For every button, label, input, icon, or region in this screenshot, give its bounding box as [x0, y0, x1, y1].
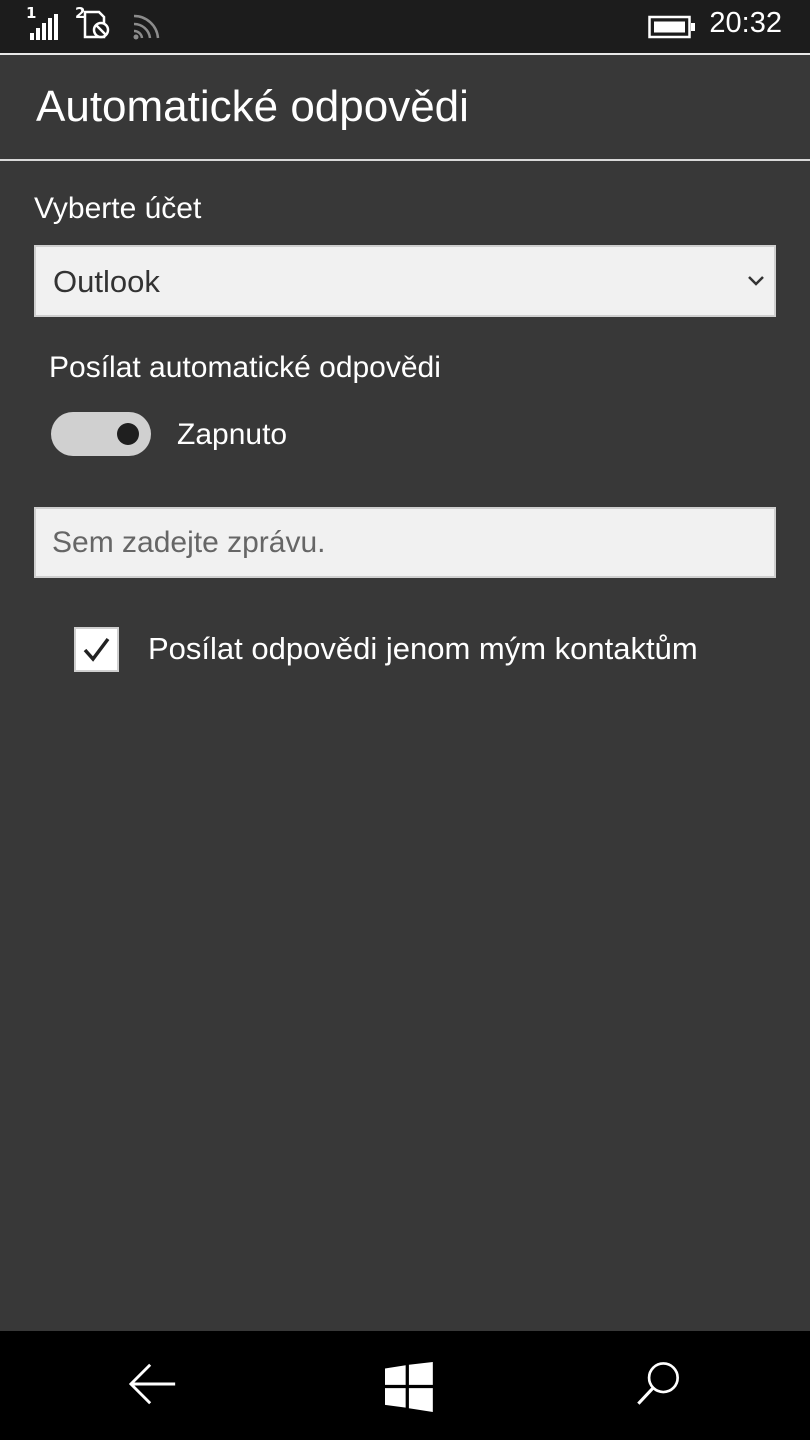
- toggle-knob: [117, 423, 139, 445]
- wifi-icon: [133, 14, 160, 40]
- page-header: Automatické odpovědi: [0, 55, 810, 159]
- message-input[interactable]: [36, 509, 774, 576]
- back-arrow-icon[interactable]: [124, 1359, 184, 1409]
- app-screen: 1 2 20:32 Automatické odpovědi Vyberte ú…: [0, 0, 810, 1440]
- toggle-state-label: Zapnuto: [177, 418, 288, 451]
- status-time: 20:32: [709, 7, 782, 39]
- battery-icon: [648, 15, 695, 39]
- sim-no-service-icon: [83, 10, 110, 39]
- account-label: Vyberte účet: [34, 192, 202, 225]
- signal-bars-icon: [30, 14, 58, 40]
- windows-start-icon[interactable]: [380, 1362, 440, 1412]
- message-field-wrapper: [34, 507, 776, 578]
- search-icon[interactable]: [628, 1359, 688, 1409]
- account-dropdown-value: Outlook: [53, 264, 160, 299]
- auto-reply-label: Posílat automatické odpovědi: [49, 351, 441, 384]
- system-nav-bar: [0, 1331, 810, 1440]
- status-bar: 1 2 20:32: [0, 0, 810, 55]
- header-divider: [0, 159, 810, 161]
- contacts-only-checkbox[interactable]: [74, 627, 119, 672]
- account-dropdown[interactable]: Outlook: [34, 245, 776, 317]
- page-title: Automatické odpovědi: [36, 82, 469, 131]
- checkmark-icon: [83, 637, 110, 662]
- contacts-only-label[interactable]: Posílat odpovědi jenom mým kontaktům: [148, 631, 698, 667]
- chevron-down-icon: [748, 276, 764, 286]
- auto-reply-toggle[interactable]: [51, 412, 151, 456]
